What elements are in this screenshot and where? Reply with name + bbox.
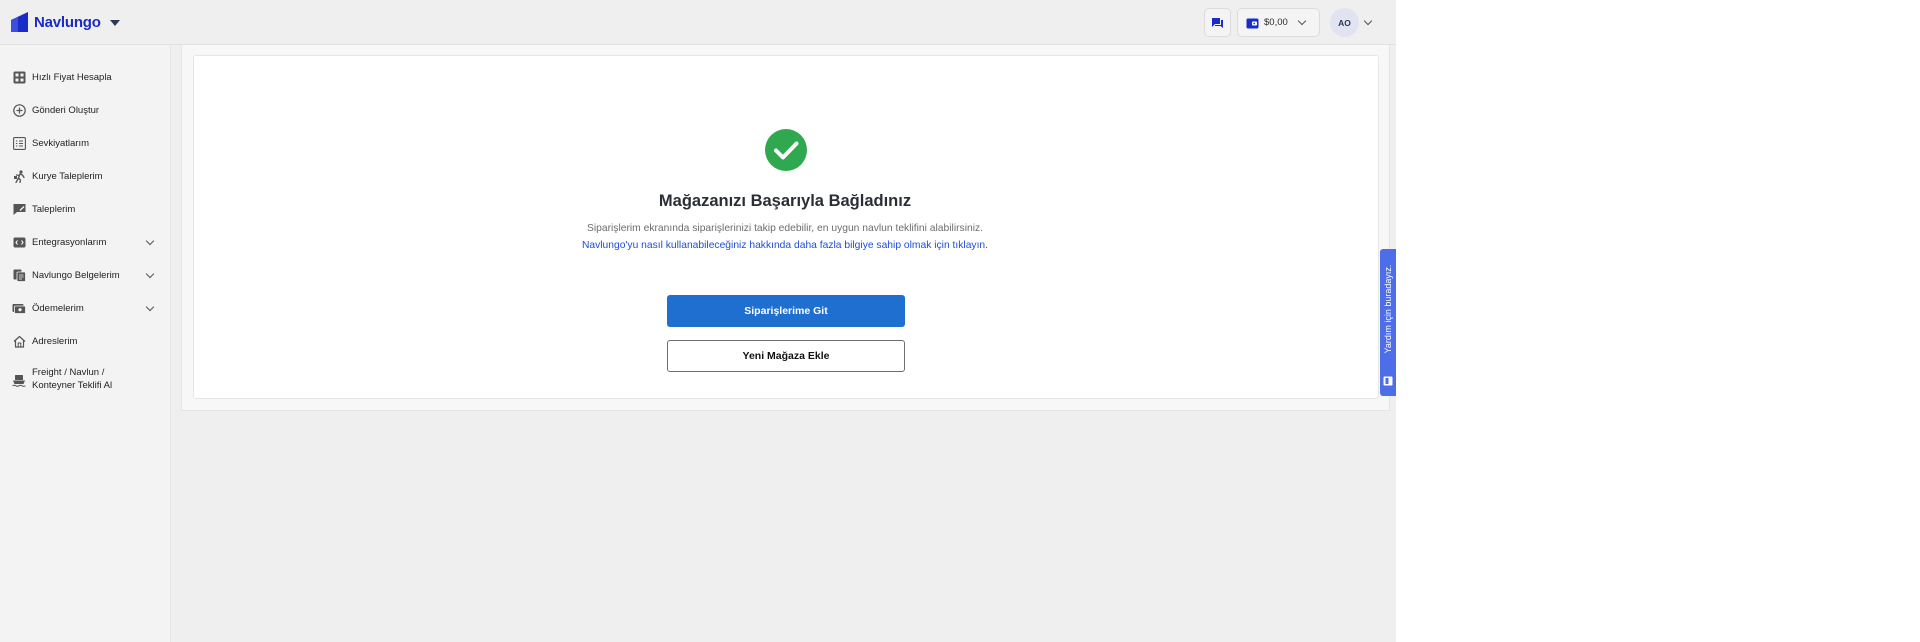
sidebar-item-label: Kurye Taleplerim	[32, 170, 103, 182]
sidebar-item-requests[interactable]: Taleplerim	[0, 195, 171, 223]
payment-icon	[12, 301, 26, 315]
documents-icon	[12, 268, 26, 282]
help-tab-label: Yardım için buradayız.	[1383, 264, 1393, 354]
help-tab[interactable]: Yardım için buradayız.	[1380, 249, 1396, 396]
sidebar-item-label: Adreslerim	[32, 335, 78, 347]
top-header: Navlungo $0,00 AO	[0, 0, 1396, 45]
success-description: Siparişlerim ekranında siparişlerinizi t…	[586, 223, 984, 234]
sidebar-item-label: Hızlı Fiyat Hesapla	[32, 71, 112, 83]
caret-down-icon[interactable]	[109, 20, 120, 26]
brand-name: Navlungo	[34, 13, 101, 31]
add-new-store-button[interactable]: Yeni Mağaza Ekle	[667, 340, 905, 372]
logo-mark-icon	[11, 12, 28, 32]
book-icon	[1383, 376, 1393, 386]
sidebar-item-label: Navlungo Belgelerim	[32, 269, 120, 281]
sidebar-item-addresses[interactable]: Adreslerim	[0, 327, 171, 355]
chevron-down-icon	[145, 302, 155, 311]
user-menu[interactable]: AO	[1330, 8, 1378, 37]
chevron-down-icon	[1363, 16, 1373, 26]
sidebar-item-label-line2: Konteyner Teklifi Al	[32, 380, 113, 391]
wallet-icon	[1246, 18, 1259, 28]
chevron-down-icon	[145, 236, 155, 245]
chat-icon	[1212, 17, 1223, 28]
plus-circle-icon	[12, 103, 26, 117]
go-to-orders-button[interactable]: Siparişlerime Git	[667, 295, 905, 327]
page-title: Mağazanızı Başarıyla Bağladınız	[658, 192, 912, 210]
brand-logo[interactable]: Navlungo	[10, 10, 120, 34]
integration-icon	[12, 235, 26, 249]
sidebar-item-integrations[interactable]: Entegrasyonlarım	[0, 228, 171, 256]
sidebar-item-label: Sevkiyatlarım	[32, 137, 90, 149]
sidebar-item-courier-requests[interactable]: Kurye Taleplerim	[0, 162, 171, 190]
sidebar-item-label: Taleplerim	[32, 203, 76, 215]
sidebar-item-label: Freight / Navlun / Konteyner Teklifi Al	[32, 366, 112, 392]
sidebar-item-create-shipment[interactable]: Gönderi Oluştur	[0, 96, 171, 124]
list-icon	[12, 136, 26, 150]
chevron-down-icon	[145, 269, 155, 278]
calculator-icon	[12, 70, 26, 84]
sidebar-item-payments[interactable]: Ödemelerim	[0, 294, 171, 322]
sidebar-item-documents[interactable]: Navlungo Belgelerim	[0, 261, 171, 289]
home-icon	[12, 334, 26, 348]
messages-button[interactable]	[1204, 8, 1231, 37]
app-window: Navlungo $0,00 AO Hızlı Fiyat Hesapla Gö…	[0, 0, 1396, 642]
avatar[interactable]: AO	[1330, 8, 1359, 37]
sidebar-item-shipments[interactable]: Sevkiyatlarım	[0, 129, 171, 157]
sidebar-item-label: Entegrasyonlarım	[32, 236, 107, 248]
wallet-balance: $0,00	[1264, 17, 1288, 28]
sidebar-item-quick-price[interactable]: Hızlı Fiyat Hesapla	[0, 63, 171, 91]
ship-icon	[12, 373, 26, 387]
help-link[interactable]: Navlungo'yu nasıl kullanabileceğiniz hak…	[485, 240, 1085, 251]
request-icon	[12, 202, 26, 216]
wallet-button[interactable]: $0,00	[1237, 8, 1320, 37]
courier-icon	[12, 169, 26, 183]
chevron-down-icon	[1297, 16, 1307, 26]
sidebar-item-label: Gönderi Oluştur	[32, 104, 100, 116]
sidebar-item-label: Ödemelerim	[32, 302, 84, 314]
sidebar-item-freight-quote[interactable]: Freight / Navlun / Konteyner Teklifi Al	[0, 360, 171, 400]
sidebar: Hızlı Fiyat Hesapla Gönderi Oluştur Sevk…	[0, 45, 171, 642]
check-circle-icon	[765, 129, 807, 171]
sidebar-item-label-line1: Freight / Navlun /	[32, 367, 105, 378]
